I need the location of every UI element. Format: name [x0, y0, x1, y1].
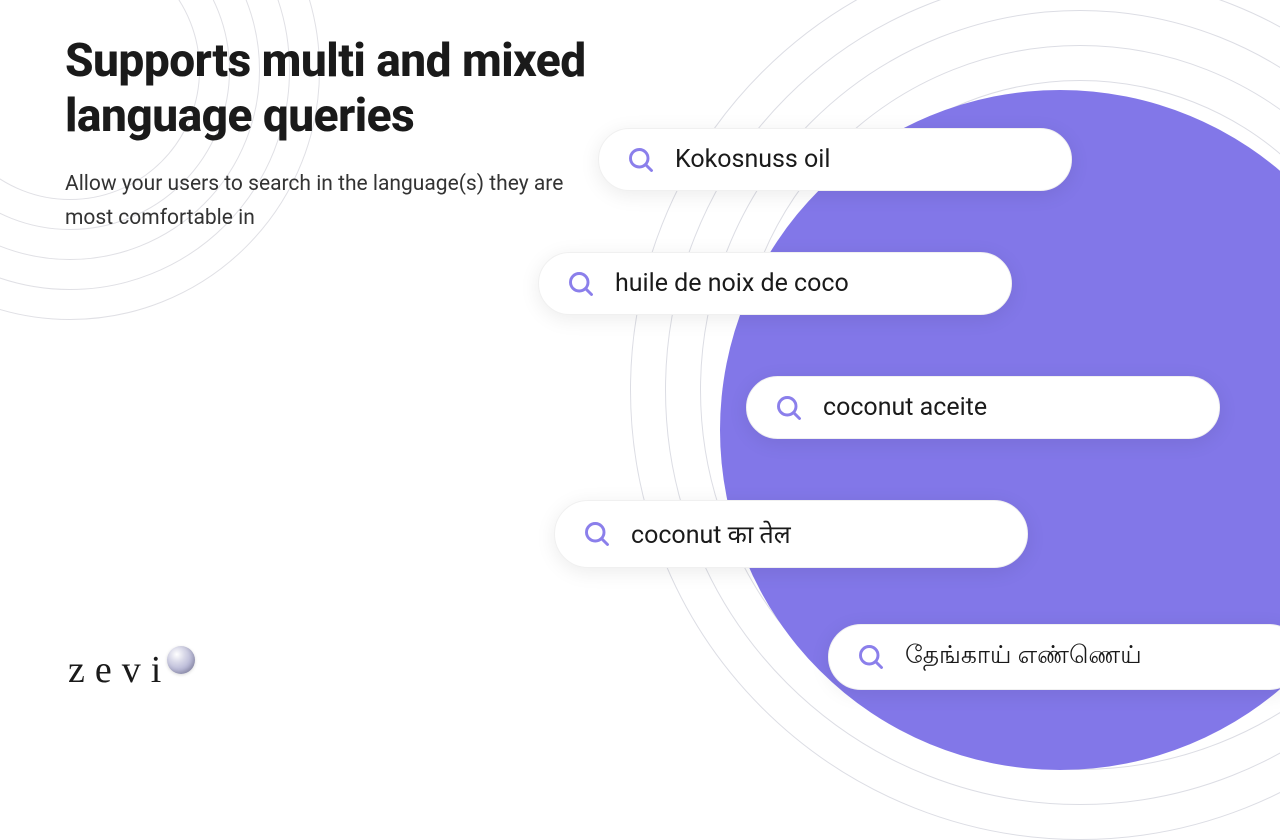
search-icon [627, 146, 655, 174]
search-example-pill: coconut का तेल [554, 500, 1028, 568]
search-example-pill: coconut aceite [746, 376, 1220, 439]
search-example-text: coconut का तेल [631, 517, 791, 551]
search-example-text: huile de noix de coco [615, 269, 849, 298]
search-example-pill: தேங்காய் எண்ணெய் [828, 624, 1280, 690]
search-icon [857, 643, 885, 671]
page-title: Supports multi and mixed language querie… [65, 34, 665, 144]
search-example-pill: Kokosnuss oil [598, 128, 1072, 191]
brand-sphere-icon [167, 646, 195, 674]
search-example-pill: huile de noix de coco [538, 252, 1012, 315]
page-subtitle: Allow your users to search in the langua… [65, 168, 595, 235]
search-example-text: தேங்காய் எண்ணெய் [905, 641, 1142, 673]
search-icon [567, 270, 595, 298]
hero-content: Supports multi and mixed language querie… [0, 0, 1280, 236]
search-example-text: Kokosnuss oil [675, 145, 830, 174]
brand-logo: zevi [68, 646, 195, 692]
search-icon [583, 520, 611, 548]
search-example-text: coconut aceite [823, 393, 987, 422]
brand-name: zevi [68, 648, 171, 692]
search-icon [775, 394, 803, 422]
